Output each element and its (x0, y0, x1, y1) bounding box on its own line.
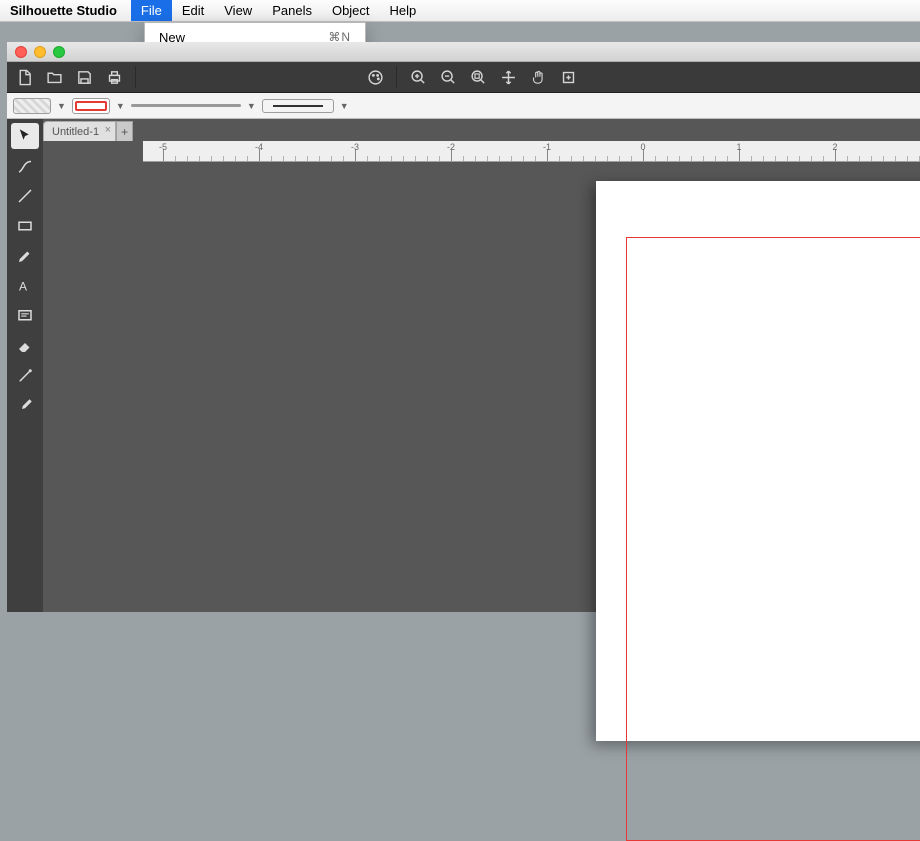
window-minimize-button[interactable] (34, 46, 46, 58)
notes-tool[interactable] (11, 303, 39, 329)
mac-menubar: Silhouette Studio File Edit View Panels … (0, 0, 920, 22)
horizontal-ruler: -5-4-3-2-1012 (143, 141, 920, 162)
style-toolbar: ▼ ▼ ▼ ▼ (7, 93, 920, 119)
document-tabs: Untitled-1 × + (43, 119, 133, 141)
stroke-swatch[interactable] (72, 98, 110, 114)
window-zoom-button[interactable] (53, 46, 65, 58)
selection-zoom-icon[interactable] (557, 66, 579, 88)
open-file-icon[interactable] (43, 66, 65, 88)
fill-swatch[interactable] (13, 98, 51, 114)
svg-text:A: A (19, 280, 27, 294)
save-file-icon[interactable] (73, 66, 95, 88)
new-tab-button[interactable]: + (116, 121, 133, 141)
eraser-tool[interactable] (11, 333, 39, 359)
main-toolbar (7, 62, 920, 93)
document-tab[interactable]: Untitled-1 × (43, 121, 116, 141)
app-title: Silhouette Studio (10, 3, 117, 18)
close-tab-icon[interactable]: × (105, 124, 111, 136)
eyedropper-tool[interactable] (11, 393, 39, 419)
knife-tool[interactable] (11, 363, 39, 389)
drag-zoom-icon[interactable] (497, 66, 519, 88)
menu-view[interactable]: View (214, 0, 262, 21)
page-canvas[interactable] (596, 181, 920, 741)
edit-points-tool[interactable] (11, 153, 39, 179)
document-window: ▼ ▼ ▼ ▼ A Untitled-1 × + -7.277 , -1. (7, 42, 920, 612)
draw-tool[interactable] (11, 243, 39, 269)
select-tool[interactable] (11, 123, 39, 149)
fit-page-icon[interactable] (467, 66, 489, 88)
menu-panels[interactable]: Panels (262, 0, 322, 21)
stroke-style-picker[interactable] (262, 99, 334, 113)
zoom-in-icon[interactable] (407, 66, 429, 88)
canvas-area[interactable]: -5-4-3-2-1012 (43, 141, 920, 612)
chevron-down-icon[interactable]: ▼ (116, 101, 125, 111)
menu-file[interactable]: File (131, 0, 172, 21)
print-icon[interactable] (103, 66, 125, 88)
cut-border (626, 237, 920, 841)
window-titlebar (7, 42, 920, 62)
toolbar-divider (396, 66, 397, 88)
tab-label: Untitled-1 (52, 126, 99, 138)
toolbar-divider (135, 66, 136, 88)
line-tool[interactable] (11, 183, 39, 209)
tools-panel: A (7, 119, 43, 612)
chevron-down-icon[interactable]: ▼ (247, 101, 256, 111)
pan-hand-icon[interactable] (527, 66, 549, 88)
workarea: A Untitled-1 × + -7.277 , -1.384 -5-4-3-… (7, 119, 920, 612)
menu-help[interactable]: Help (380, 0, 427, 21)
chevron-down-icon[interactable]: ▼ (57, 101, 66, 111)
stroke-weight-picker[interactable] (131, 104, 241, 107)
rectangle-tool[interactable] (11, 213, 39, 239)
menu-edit[interactable]: Edit (172, 0, 214, 21)
text-tool[interactable]: A (11, 273, 39, 299)
chevron-down-icon[interactable]: ▼ (340, 101, 349, 111)
zoom-out-icon[interactable] (437, 66, 459, 88)
color-palette-icon[interactable] (364, 66, 386, 88)
window-close-button[interactable] (15, 46, 27, 58)
new-file-icon[interactable] (13, 66, 35, 88)
menu-object[interactable]: Object (322, 0, 380, 21)
